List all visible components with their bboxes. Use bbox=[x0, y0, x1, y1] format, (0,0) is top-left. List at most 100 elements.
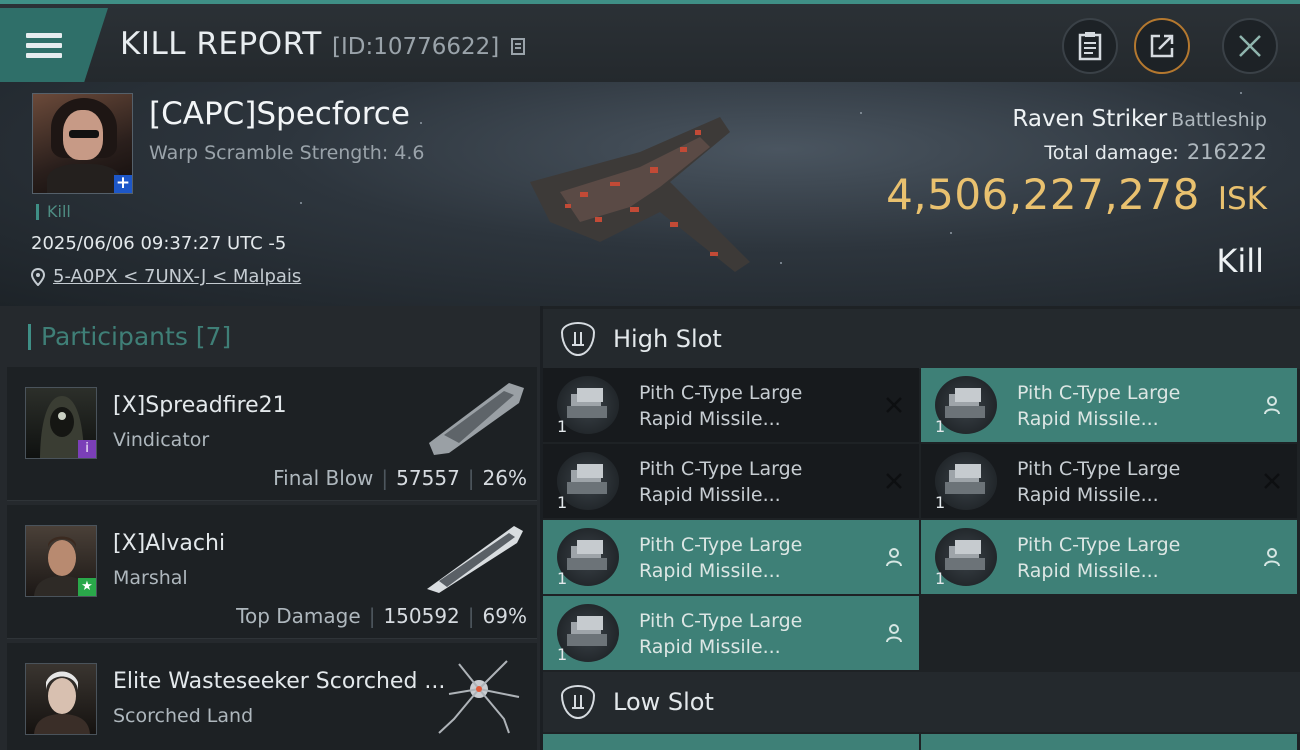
participant-damage: 150592 bbox=[383, 604, 460, 628]
participant-percent: 69% bbox=[482, 604, 527, 628]
total-damage-value: 216222 bbox=[1186, 140, 1267, 164]
module-name-line2: Rapid Missile... bbox=[639, 408, 781, 430]
warp-scramble-strength: Warp Scramble Strength: 4.6 bbox=[149, 142, 425, 164]
copy-icon bbox=[510, 38, 525, 55]
participants-panel: Participants [7] i [X]Spreadfire21 Vindi… bbox=[0, 306, 540, 750]
kill-result: Kill bbox=[1216, 242, 1264, 280]
module-quantity: 1 bbox=[557, 417, 568, 436]
module-name-line2: Rapid Missile... bbox=[639, 636, 781, 658]
destroyed-icon bbox=[883, 470, 905, 492]
ship-name: Raven Striker bbox=[1012, 106, 1168, 132]
participant-avatar bbox=[25, 663, 97, 735]
kill-tag: Kill bbox=[36, 204, 71, 220]
module-item[interactable]: 1 Pith C-Type Large Rapid Missile... bbox=[543, 596, 919, 670]
alliance-badge-icon: i bbox=[78, 440, 96, 458]
module-name-line2: Rapid Missile... bbox=[1017, 560, 1159, 582]
participant-ship-image bbox=[429, 383, 524, 455]
victim-name[interactable]: [CAPC]Specforce bbox=[149, 96, 410, 132]
module-item[interactable]: 1 Pith C-Type Large Rapid Missile... bbox=[921, 368, 1297, 442]
corp-badge-icon: + bbox=[114, 173, 132, 193]
participant-ship: Marshal bbox=[113, 567, 188, 589]
participant-name: [X]Spreadfire21 bbox=[113, 393, 287, 418]
module-item-partial[interactable] bbox=[543, 734, 919, 750]
module-quantity: 1 bbox=[557, 645, 568, 664]
module-name-line2: Rapid Missile... bbox=[1017, 484, 1159, 506]
module-name-line1: Pith C-Type Large bbox=[639, 382, 803, 404]
participant-stats: Final Blow | 57557 | 26% bbox=[273, 466, 527, 490]
module-item[interactable]: 1 Pith C-Type Large Rapid Missile... bbox=[543, 520, 919, 594]
menu-button[interactable] bbox=[0, 8, 108, 82]
participant-role: Final Blow bbox=[273, 466, 374, 490]
person-icon bbox=[883, 546, 905, 568]
module-name-line1: Pith C-Type Large bbox=[1017, 382, 1181, 404]
kill-location[interactable]: 5-A0PX < 7UNX-J < Malpais bbox=[31, 266, 301, 287]
module-quantity: 1 bbox=[557, 569, 568, 588]
participant-row[interactable]: ★ [X]Alvachi Marshal Top Damage | 150592 | 6… bbox=[7, 505, 537, 639]
person-icon bbox=[883, 622, 905, 644]
share-icon bbox=[1150, 34, 1174, 58]
isk-amount: 4,506,227,278 bbox=[886, 170, 1200, 219]
module-name-line1: Pith C-Type Large bbox=[639, 458, 803, 480]
high-slot-icon bbox=[561, 322, 595, 356]
participant-name: [X]Alvachi bbox=[113, 531, 226, 556]
destroyed-icon bbox=[1261, 470, 1283, 492]
participant-ship: Vindicator bbox=[113, 429, 210, 451]
isk-value: 4,506,227,278 ISK bbox=[886, 170, 1267, 219]
module-item-partial[interactable] bbox=[921, 734, 1297, 750]
participant-row[interactable]: i [X]Spreadfire21 Vindicator Final Blow |… bbox=[7, 367, 537, 501]
participant-ship-image bbox=[438, 660, 520, 734]
total-damage: Total damage: 216222 bbox=[1044, 140, 1267, 164]
participant-avatar: ★ bbox=[25, 525, 97, 597]
location-pin-icon bbox=[31, 267, 45, 286]
high-slot-label: High Slot bbox=[613, 325, 722, 353]
participant-ship: Scorched Land bbox=[113, 705, 254, 727]
participant-name: Elite Wasteseeker Scorched ... bbox=[113, 669, 446, 694]
module-name-line2: Rapid Missile... bbox=[1017, 408, 1159, 430]
participant-ship-image bbox=[427, 526, 523, 593]
victim-ship-image[interactable] bbox=[520, 112, 770, 282]
module-name-line2: Rapid Missile... bbox=[639, 484, 781, 506]
total-damage-label: Total damage: bbox=[1044, 142, 1179, 164]
isk-unit: ISK bbox=[1217, 181, 1267, 217]
person-icon bbox=[1261, 394, 1283, 416]
module-name-line1: Pith C-Type Large bbox=[1017, 534, 1181, 556]
participant-damage: 57557 bbox=[396, 466, 460, 490]
victim-portrait[interactable]: + bbox=[32, 93, 133, 194]
victim-ship[interactable]: Raven Striker Battleship bbox=[1012, 106, 1267, 132]
module-name-line1: Pith C-Type Large bbox=[639, 610, 803, 632]
low-slot-label: Low Slot bbox=[613, 688, 714, 716]
module-quantity: 1 bbox=[557, 493, 568, 512]
clipboard-icon bbox=[1078, 32, 1102, 61]
ship-class: Battleship bbox=[1171, 109, 1267, 131]
module-item[interactable]: 1 Pith C-Type Large Rapid Missile... bbox=[543, 444, 919, 518]
kill-datetime: 2025/06/06 09:37:27 UTC -5 bbox=[31, 233, 287, 254]
module-item[interactable]: 1 Pith C-Type Large Rapid Missile... bbox=[921, 520, 1297, 594]
star-badge-icon: ★ bbox=[78, 578, 96, 596]
participant-avatar: i bbox=[25, 387, 97, 459]
page-title: KILL REPORT bbox=[120, 26, 322, 62]
location-link[interactable]: 5-A0PX < 7UNX-J < Malpais bbox=[53, 266, 301, 287]
close-button[interactable] bbox=[1222, 18, 1278, 74]
participant-percent: 26% bbox=[482, 466, 527, 490]
low-slot-header: Low Slot bbox=[543, 672, 1300, 732]
close-icon bbox=[1239, 35, 1261, 57]
fitting-panel: High Slot 1 Pith C-Type Large Rapid Missi… bbox=[543, 306, 1300, 750]
victim-banner: + [CAPC]Specforce Warp Scramble Strength… bbox=[0, 82, 1300, 306]
module-name-line2: Rapid Missile... bbox=[639, 560, 781, 582]
report-id-text: [ID:10776622] bbox=[332, 34, 500, 60]
share-button[interactable] bbox=[1134, 18, 1190, 74]
low-slot-icon bbox=[561, 685, 595, 719]
participants-heading: Participants [7] bbox=[28, 324, 231, 350]
module-item[interactable]: 1 Pith C-Type Large Rapid Missile... bbox=[921, 444, 1297, 518]
module-name-line1: Pith C-Type Large bbox=[639, 534, 803, 556]
module-name-line1: Pith C-Type Large bbox=[1017, 458, 1181, 480]
person-icon bbox=[1261, 546, 1283, 568]
module-quantity: 1 bbox=[935, 569, 946, 588]
participant-stats: Top Damage | 150592 | 69% bbox=[236, 604, 527, 628]
clipboard-button[interactable] bbox=[1062, 18, 1118, 74]
participant-row[interactable]: Elite Wasteseeker Scorched ... Scorched … bbox=[7, 643, 537, 750]
module-item[interactable]: 1 Pith C-Type Large Rapid Missile... bbox=[543, 368, 919, 442]
participant-role: Top Damage bbox=[236, 604, 361, 628]
module-quantity: 1 bbox=[935, 417, 946, 436]
report-id[interactable]: [ID:10776622] bbox=[332, 34, 528, 60]
